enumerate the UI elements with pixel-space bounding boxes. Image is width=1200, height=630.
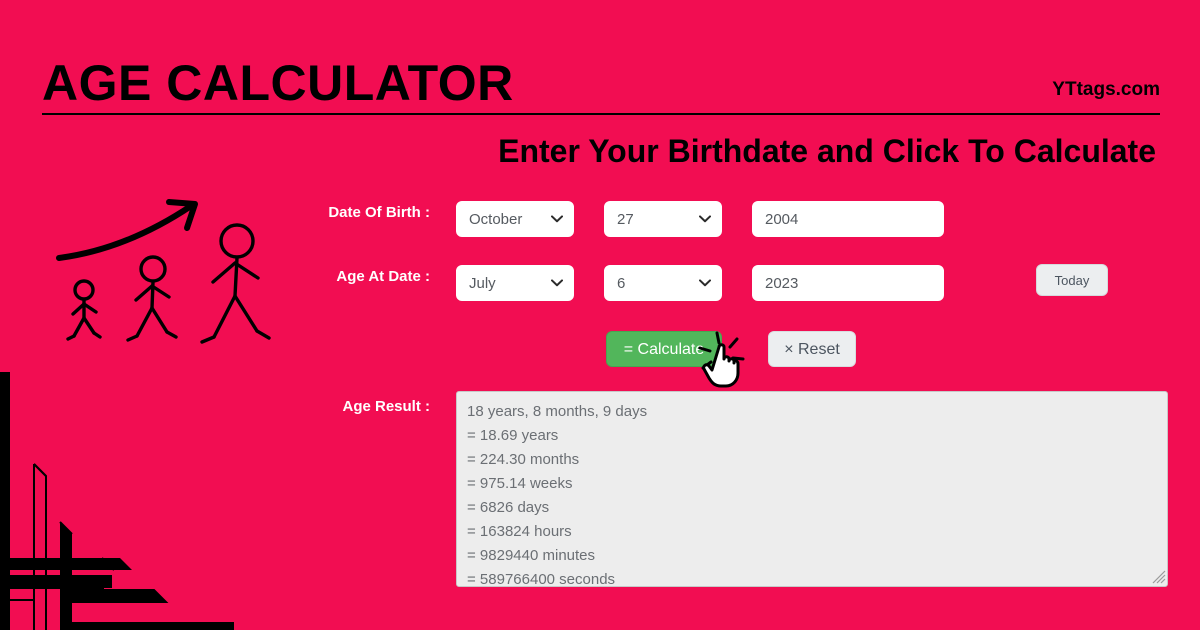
age-at-date-year-input[interactable]	[752, 265, 944, 301]
age-result-label: Age Result :	[342, 398, 430, 415]
dob-month-select[interactable]: October	[456, 201, 574, 237]
dob-day-select[interactable]: 27	[604, 201, 722, 237]
dob-month-select-wrap: October	[456, 201, 574, 237]
brand-label: YTtags.com	[1052, 79, 1160, 100]
page-title: AGE CALCULATOR	[42, 55, 514, 111]
header-divider	[42, 113, 1160, 115]
corner-decoration-graphic	[0, 372, 234, 630]
date-of-birth-label: Date Of Birth :	[328, 204, 430, 221]
page-subtitle: Enter Your Birthdate and Click To Calcul…	[498, 133, 1156, 169]
age-result-textarea[interactable]: 18 years, 8 months, 9 days = 18.69 years…	[456, 391, 1168, 587]
reset-button[interactable]: × Reset	[768, 331, 856, 367]
calculate-button[interactable]: = Calculate	[606, 331, 722, 367]
today-button[interactable]: Today	[1036, 264, 1108, 296]
dob-day-select-wrap: 27	[604, 201, 722, 237]
age-at-date-month-select[interactable]: July	[456, 265, 574, 301]
age-at-date-day-select-wrap: 6	[604, 265, 722, 301]
age-at-date-month-select-wrap: July	[456, 265, 574, 301]
age-at-date-label: Age At Date :	[336, 268, 430, 285]
dob-year-input[interactable]	[752, 201, 944, 237]
age-at-date-day-select[interactable]: 6	[604, 265, 722, 301]
age-calculator-page: AGE CALCULATOR YTtags.com Enter Your Bir…	[0, 0, 1200, 630]
